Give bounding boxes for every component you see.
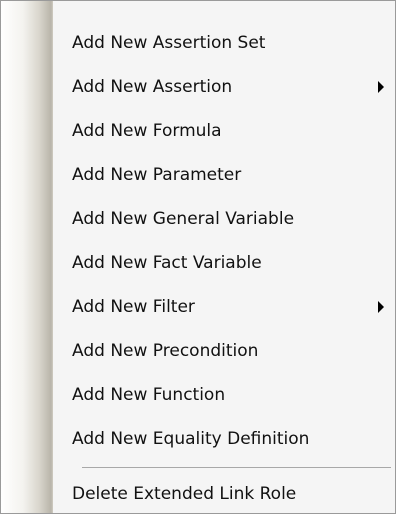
menu-item-add-new-fact-variable[interactable]: Add New Fact Variable bbox=[53, 241, 395, 285]
menu-item-label: Add New Parameter bbox=[72, 165, 242, 185]
menu-item-label: Add New Formula bbox=[72, 121, 222, 141]
menu-item-label: Add New General Variable bbox=[72, 209, 295, 229]
submenu-arrow-icon bbox=[378, 81, 384, 93]
menu-item-add-new-general-variable[interactable]: Add New General Variable bbox=[53, 197, 395, 241]
menu-item-add-new-function[interactable]: Add New Function bbox=[53, 373, 395, 417]
menu-item-add-new-assertion-set[interactable]: Add New Assertion Set bbox=[53, 21, 395, 65]
menu-item-add-new-precondition[interactable]: Add New Precondition bbox=[53, 329, 395, 373]
menu-item-label: Add New Fact Variable bbox=[72, 253, 262, 273]
menu-item-label: Add New Precondition bbox=[72, 341, 259, 361]
menu-item-label: Add New Assertion bbox=[72, 77, 233, 97]
menu-icon-gutter bbox=[1, 1, 53, 513]
menu-item-add-new-filter[interactable]: Add New Filter bbox=[53, 285, 395, 329]
menu-item-add-new-formula[interactable]: Add New Formula bbox=[53, 109, 395, 153]
menu-item-add-new-parameter[interactable]: Add New Parameter bbox=[53, 153, 395, 197]
menu-item-label: Add New Filter bbox=[72, 297, 195, 317]
menu-item-add-new-equality-definition[interactable]: Add New Equality Definition bbox=[53, 417, 395, 461]
menu-item-label: Add New Assertion Set bbox=[72, 33, 266, 53]
submenu-arrow-icon bbox=[378, 301, 384, 313]
menu-item-label: Add New Function bbox=[72, 385, 226, 405]
menu-separator bbox=[82, 467, 391, 468]
menu-item-label: Add New Equality Definition bbox=[72, 429, 310, 449]
menu-item-label: Delete Extended Link Role bbox=[72, 484, 297, 504]
context-menu: Add New Assertion Set Add New Assertion … bbox=[0, 0, 396, 514]
menu-item-delete-extended-link-role[interactable]: Delete Extended Link Role bbox=[53, 473, 395, 515]
menu-item-add-new-assertion[interactable]: Add New Assertion bbox=[53, 65, 395, 109]
